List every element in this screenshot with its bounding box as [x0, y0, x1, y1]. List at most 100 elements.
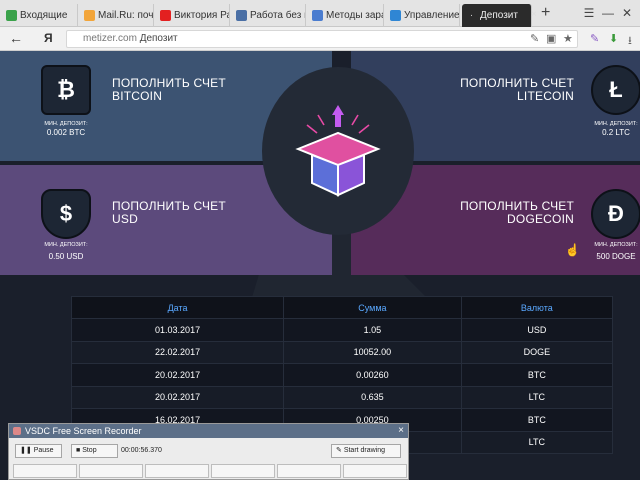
tab[interactable]: Управление н: [386, 4, 460, 27]
page-content: ₿ ПОПОЛНИТЬ СЧЕТ BITCOIN МИН. ДЕПОЗИТ: 0.002…: [0, 51, 640, 480]
brush-icon[interactable]: ✎: [530, 32, 539, 45]
close-window-icon[interactable]: ✕: [620, 6, 634, 20]
tab-label: Депозит: [480, 10, 518, 21]
card-currency: USD: [112, 212, 138, 226]
tab[interactable]: Работа без вл: [232, 4, 306, 27]
table-cell: DOGE: [460, 340, 614, 364]
table-cell: 01.03.2017: [70, 318, 285, 342]
table-cell: 1.05: [283, 318, 462, 342]
tab-label: Mail.Ru: почта: [98, 10, 154, 21]
table-cell: 22.02.2017: [70, 340, 285, 364]
tab-favicon-icon: [84, 10, 95, 21]
dogecoin-icon: Ð: [591, 189, 640, 239]
tab[interactable]: Mail.Ru: почта: [80, 4, 154, 27]
recorder-tool[interactable]: [211, 464, 275, 478]
tab[interactable]: Методы зараб: [308, 4, 384, 27]
bitcoin-icon: ₿: [41, 65, 91, 115]
new-tab-button[interactable]: +: [541, 4, 550, 22]
stop-button[interactable]: ■ Stop: [71, 444, 118, 458]
start-drawing-button[interactable]: ✎ Start drawing: [331, 444, 401, 458]
pause-button[interactable]: ❚❚ Pause: [15, 444, 62, 458]
recorder-app-icon: [13, 427, 21, 435]
min-deposit-label: МИН. ДЕПОЗИТ:: [594, 242, 638, 248]
tab-favicon-icon: [390, 10, 401, 21]
table-cell: BTC: [460, 408, 614, 432]
screen-recorder-window[interactable]: VSDC Free Screen Recorder × ❚❚ Pause ■ S…: [8, 423, 409, 480]
recorder-title-bar[interactable]: VSDC Free Screen Recorder ×: [9, 424, 408, 438]
center-logo-circle: [262, 67, 414, 235]
min-deposit-label: МИН. ДЕПОЗИТ:: [44, 121, 88, 127]
tab[interactable]: Входящие: [2, 4, 78, 27]
tab-favicon-icon: [160, 10, 171, 21]
recorder-tool[interactable]: [277, 464, 341, 478]
bookmark-star-icon[interactable]: ★: [563, 32, 573, 45]
dollar-icon: $: [41, 189, 91, 239]
tab[interactable]: Виктория Раб: [156, 4, 230, 27]
url-host: metizer.com: [83, 33, 137, 44]
table-cell: 0.635: [283, 385, 462, 409]
recorder-title: VSDC Free Screen Recorder: [25, 426, 142, 436]
tab-favicon-icon: [236, 10, 247, 21]
min-deposit-label: МИН. ДЕПОЗИТ:: [594, 121, 638, 127]
table-cell: 0.00260: [283, 363, 462, 387]
tab-label: Входящие: [20, 10, 68, 21]
table-cell: USD: [460, 318, 614, 342]
start-drawing-label: Start drawing: [343, 447, 386, 454]
table-cell: LTC: [460, 385, 614, 409]
min-deposit-value: 0.002 BTC: [46, 128, 86, 137]
recorder-tool[interactable]: [13, 464, 77, 478]
protect-icon[interactable]: ▣: [546, 32, 556, 45]
table-row: 20.02.2017 0.00260 BTC: [70, 363, 614, 387]
column-header[interactable]: Дата: [70, 296, 285, 319]
table-cell: LTC: [460, 430, 614, 454]
table-row: 01.03.2017 1.05 USD: [70, 318, 614, 342]
card-title: ПОПОЛНИТЬ СЧЕТ: [460, 199, 574, 213]
min-deposit-value: 500 DOGE: [596, 252, 636, 261]
tab-label: Методы зараб: [326, 10, 383, 21]
table-row: 20.02.2017 0.635 LTC: [70, 385, 614, 409]
cursor-icon: ☝: [565, 243, 580, 257]
card-currency: BITCOIN: [112, 89, 163, 103]
min-deposit-value: 0.2 LTC: [602, 128, 630, 137]
menu-icon[interactable]: ☰: [582, 6, 596, 20]
table-cell: 20.02.2017: [70, 385, 285, 409]
url-input[interactable]: metizer.com Депозит: [66, 30, 578, 48]
recorder-tool[interactable]: [79, 464, 143, 478]
tab-label: Управление н: [404, 10, 460, 21]
stop-label: Stop: [82, 447, 97, 454]
tab-label: Виктория Раб: [174, 10, 229, 21]
card-currency: DOGECOIN: [507, 212, 574, 226]
recorder-close-button[interactable]: ×: [398, 424, 404, 438]
download-green-icon[interactable]: ⬇: [609, 32, 618, 45]
address-bar: ← Я metizer.com Депозит ✎ ▣ ★ ✎ ⬇ ⭳: [0, 27, 640, 51]
table-cell: 20.02.2017: [70, 363, 285, 387]
tab-label: Работа без вл: [250, 10, 305, 21]
recorder-tool[interactable]: [343, 464, 407, 478]
minimize-icon[interactable]: —: [601, 6, 615, 20]
url-title: Депозит: [139, 33, 178, 44]
table-cell: 10052.00: [283, 340, 462, 364]
download-icon[interactable]: ⭳: [628, 32, 632, 51]
tab-favicon-icon: [6, 10, 17, 21]
card-title: ПОПОЛНИТЬ СЧЕТ: [112, 76, 226, 90]
column-header[interactable]: Сумма: [283, 296, 462, 319]
yandex-logo[interactable]: Я: [44, 31, 53, 45]
back-button[interactable]: ←: [9, 30, 23, 46]
tab[interactable]: · Депозит: [462, 4, 532, 27]
pen-icon[interactable]: ✎: [590, 32, 599, 45]
table-cell: BTC: [460, 363, 614, 387]
card-currency: LITECOIN: [517, 89, 574, 103]
litecoin-icon: Ł: [591, 65, 640, 115]
recorder-toolbar: [13, 464, 407, 478]
column-header[interactable]: Валюта: [460, 296, 614, 319]
deposit-box-icon: [295, 105, 381, 197]
min-deposit-label: МИН. ДЕПОЗИТ:: [44, 242, 88, 248]
card-title: ПОПОЛНИТЬ СЧЕТ: [112, 199, 226, 213]
pause-label: Pause: [33, 447, 54, 454]
min-deposit-value: 0.50 USD: [48, 252, 84, 261]
card-title: ПОПОЛНИТЬ СЧЕТ: [460, 76, 574, 90]
tab-close-button[interactable]: ×: [531, 9, 537, 20]
recorder-tool[interactable]: [145, 464, 209, 478]
table-row: 22.02.2017 10052.00 DOGE: [70, 340, 614, 364]
tab-favicon-icon: [312, 10, 323, 21]
